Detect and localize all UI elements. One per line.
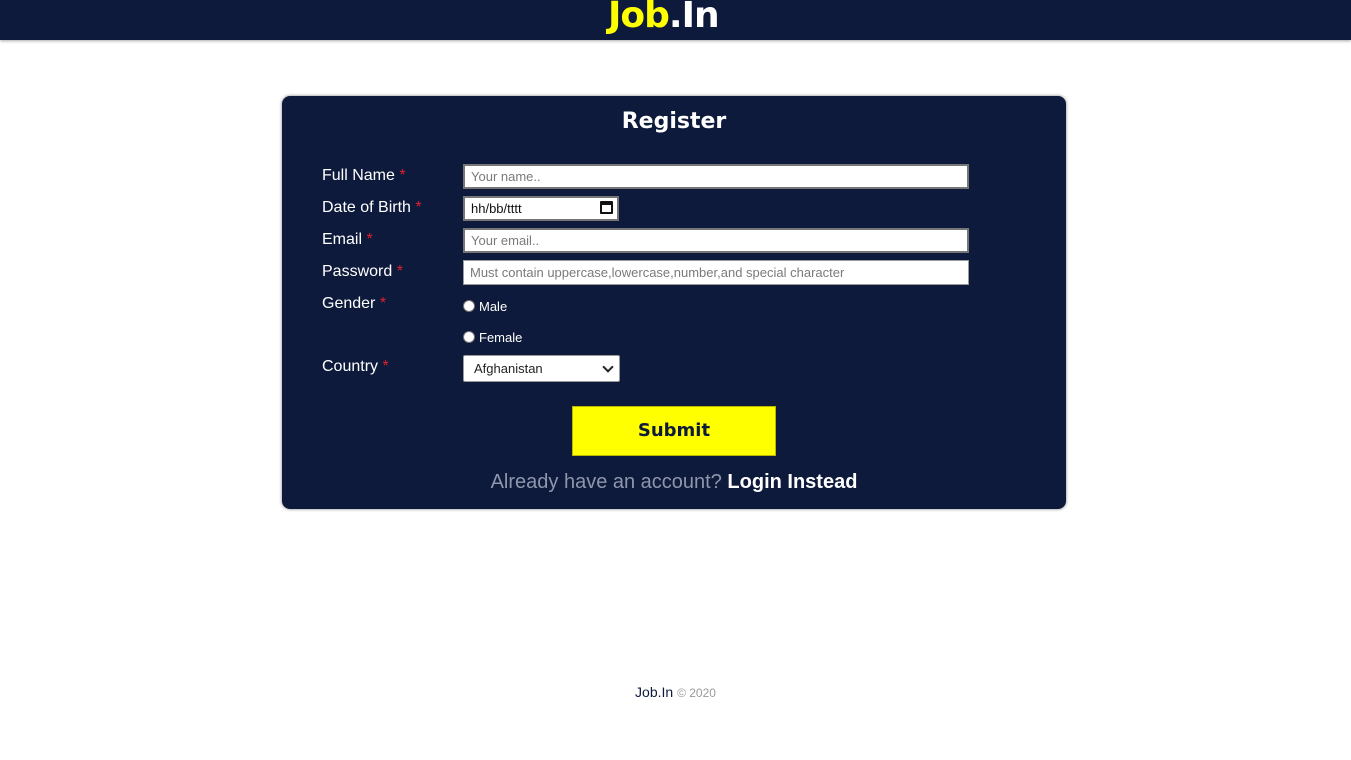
login-instead-link[interactable]: Login Instead [727,471,857,493]
email-label: Email * [322,231,373,248]
required-asterisk: * [415,199,422,216]
male-label: Male [479,299,508,314]
chevron-down-icon [602,361,614,373]
footer: Job.In © 2020 [0,682,1351,703]
login-prompt-text: Already have an account? [490,471,722,493]
required-asterisk: * [366,231,373,248]
country-label: Country * [322,358,389,375]
calendar-icon[interactable] [600,201,613,214]
logo-job-text: Job [608,0,670,36]
dob-label: Date of Birth * [322,199,422,216]
dob-date-input[interactable]: hh/bb/tttt [463,196,619,221]
required-asterisk: * [379,295,387,312]
required-asterisk: * [399,167,406,184]
footer-brand: Job.In [635,684,674,700]
submit-button[interactable]: Submit [572,406,776,456]
gender-label: Gender * [322,295,387,312]
register-card: Register Full Name * Date of Birth * hh/… [282,96,1066,509]
full-name-label: Full Name * [322,167,406,184]
male-radio[interactable] [463,300,475,312]
logo[interactable]: Job.In [608,0,720,38]
top-navbar: Job.In [0,0,1351,40]
gender-option-male[interactable]: Male [463,299,507,315]
register-title: Register [621,109,727,134]
full-name-input[interactable] [463,164,969,189]
dob-value: hh/bb/tttt [471,201,522,216]
female-radio[interactable] [463,331,475,343]
login-prompt-line: Already have an account? Login Instead [282,469,1066,495]
password-input[interactable] [463,260,969,285]
female-label: Female [479,330,523,345]
country-select[interactable]: Afghanistan [463,355,620,382]
required-asterisk: * [396,263,403,280]
email-input[interactable] [463,228,969,253]
password-label: Password * [322,263,403,280]
footer-copyright: © 2020 [677,686,716,700]
gender-option-female[interactable]: Female [463,330,522,346]
logo-in-text: .In [668,0,720,36]
country-selected-value: Afghanistan [474,361,543,376]
required-asterisk: * [382,358,389,375]
